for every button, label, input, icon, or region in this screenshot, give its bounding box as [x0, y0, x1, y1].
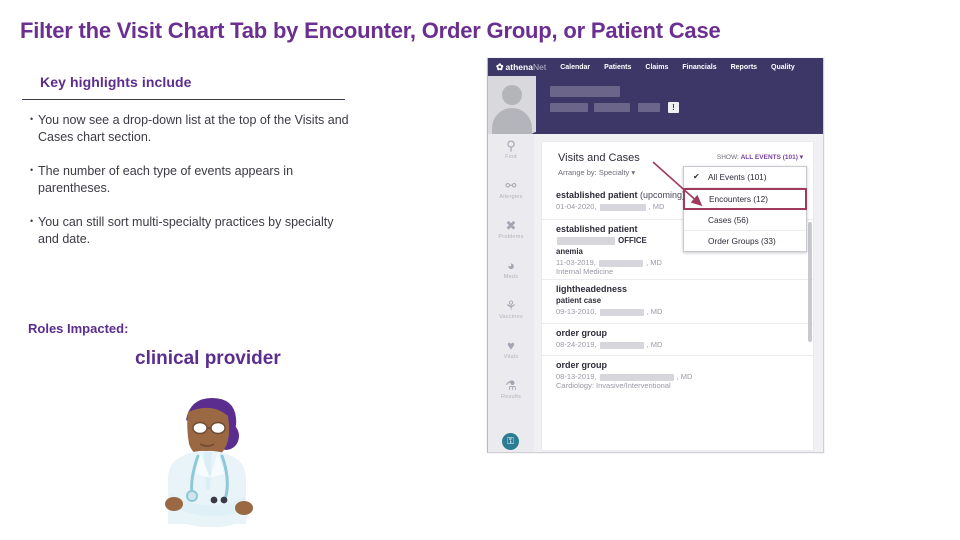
redacted-name	[599, 259, 643, 267]
patient-name-redacted	[550, 86, 620, 97]
patient-detail-redacted	[594, 103, 630, 112]
menu-item-label: Encounters (12)	[709, 194, 769, 204]
app-top-nav: ✿ athena Net Calendar Patients Claims Fin…	[488, 58, 823, 76]
key-highlights-heading: Key highlights include	[40, 74, 192, 90]
event-specialty: Cardiology: Invasive/Interventional	[556, 381, 671, 390]
sidebar-item-vitals[interactable]: ♥ Vitals	[488, 338, 534, 360]
patient-detail-redacted	[550, 103, 588, 112]
nav-item-calendar[interactable]: Calendar	[560, 64, 590, 71]
sidebar-item-allergies[interactable]: ⚯ Allergies	[488, 178, 534, 200]
clinical-provider-illustration	[165, 398, 253, 527]
scrollbar-thumb[interactable]	[808, 222, 812, 342]
chart-content: Visits and Cases Arrange by: Specialty ▾…	[534, 134, 823, 452]
chevron-down-icon: ▾	[799, 154, 803, 161]
heart-icon: ♥	[507, 338, 515, 353]
check-icon: ✔	[693, 172, 700, 181]
leaf-icon: ✿	[496, 61, 504, 72]
lock-icon[interactable]: ⚿	[502, 433, 519, 450]
list-item: You now see a drop-down list at the top …	[30, 111, 355, 146]
list-item: You can still sort multi-specialty pract…	[30, 213, 355, 248]
sidebar-item-vaccines[interactable]: ⚘ Vaccines	[488, 298, 534, 320]
menu-item-order-groups[interactable]: Order Groups (33)	[684, 231, 806, 251]
redacted-name	[599, 341, 644, 349]
nav-item-quality[interactable]: Quality	[771, 64, 795, 71]
chart-sidebar: ⚲ Find ⚯ Allergies ✖ Problems ◕ Meds ⚘ V…	[488, 134, 535, 452]
redacted-name	[599, 373, 674, 381]
menu-item-label: Cases (56)	[708, 215, 749, 225]
sidebar-item-results[interactable]: ⚗ Results	[488, 378, 534, 400]
sidebar-item-problems[interactable]: ✖ Problems	[488, 218, 534, 240]
visits-and-cases-card: Visits and Cases Arrange by: Specialty ▾…	[542, 142, 813, 450]
table-row[interactable]: order group 08-13-2019, , MD Cardiology:…	[542, 356, 813, 400]
magnifier-icon: ⚲	[506, 138, 516, 153]
redacted-name	[599, 203, 646, 211]
table-row[interactable]: lightheadedness patient case 09-13-2010,…	[542, 280, 813, 324]
patient-header: ! ▾	[488, 76, 823, 148]
sidebar-item-label: Vitals	[503, 354, 519, 360]
nav-item-financials[interactable]: Financials	[682, 64, 716, 71]
pills-icon: ◕	[507, 258, 515, 273]
event-specialty: Internal Medicine	[556, 267, 614, 276]
sidebar-item-label: Problems	[498, 234, 524, 240]
athenanet-logo: ✿ athena Net	[496, 61, 547, 73]
menu-item-encounters[interactable]: Encounters (12)	[683, 188, 807, 210]
event-title: order group	[556, 360, 607, 370]
patient-detail-redacted	[638, 103, 660, 112]
syringe-icon: ⚘	[505, 298, 517, 313]
sidebar-item-label: Results	[500, 394, 522, 400]
bandage-icon: ✖	[505, 218, 517, 233]
event-title: order group	[556, 328, 607, 338]
table-row[interactable]: order group 08-24-2019, , MD	[542, 324, 813, 356]
flask-icon: ⚗	[505, 378, 517, 393]
nav-item-claims[interactable]: Claims	[645, 64, 668, 71]
event-meta: 08-24-2019, , MD	[556, 340, 663, 349]
event-title: lightheadedness	[556, 284, 628, 294]
menu-item-cases[interactable]: Cases (56)	[684, 210, 806, 231]
menu-item-label: Order Groups (33)	[708, 236, 776, 246]
menu-item-all-events[interactable]: ✔ All Events (101)	[684, 167, 806, 188]
event-type: patient case	[556, 296, 602, 305]
app-screenshot: ✿ athena Net Calendar Patients Claims Fin…	[487, 58, 824, 453]
highlights-list: You now see a drop-down list at the top …	[30, 111, 355, 265]
menu-item-label: All Events (101)	[708, 172, 767, 182]
heading-divider	[22, 99, 345, 100]
sidebar-item-label: Meds	[503, 274, 519, 280]
sidebar-item-meds[interactable]: ◕ Meds	[488, 258, 534, 280]
roles-impacted-value: clinical provider	[135, 348, 281, 369]
sidebar-item-label: Allergies	[499, 194, 523, 200]
show-filter-control[interactable]: SHOW: ALL EVENTS (101) ▾	[717, 153, 803, 161]
show-label: SHOW:	[716, 154, 739, 161]
page-title: Filter the Visit Chart Tab by Encounter,…	[20, 18, 721, 43]
sidebar-item-label: Vaccines	[499, 314, 523, 320]
nav-item-patients[interactable]: Patients	[604, 64, 631, 71]
event-meta: 11-03-2019, , MD	[556, 258, 662, 267]
allergy-icon: ⚯	[505, 178, 517, 193]
sidebar-item-label: Find	[505, 154, 517, 160]
nav-item-reports[interactable]: Reports	[731, 64, 757, 71]
slide: Filter the Visit Chart Tab by Encounter,…	[0, 0, 960, 540]
list-item: The number of each type of events appear…	[30, 162, 355, 197]
visits-and-cases-title: Visits and Cases	[558, 152, 640, 164]
avatar	[488, 76, 536, 134]
event-meta: 09-13-2010, , MD	[556, 307, 663, 316]
redacted-name	[599, 308, 644, 316]
show-filter-menu: ✔ All Events (101) Encounters (12) Cases…	[683, 166, 807, 252]
event-meta: 08-13-2019, , MD	[556, 372, 693, 381]
redacted-name	[557, 236, 615, 245]
roles-impacted-label: Roles Impacted:	[28, 321, 129, 336]
arrange-by-dropdown[interactable]: Arrange by: Specialty ▾	[558, 168, 635, 177]
sidebar-item-find[interactable]: ⚲ Find	[488, 138, 534, 160]
alert-badge[interactable]: !	[668, 102, 679, 113]
show-value: ALL EVENTS (101)	[740, 154, 798, 161]
